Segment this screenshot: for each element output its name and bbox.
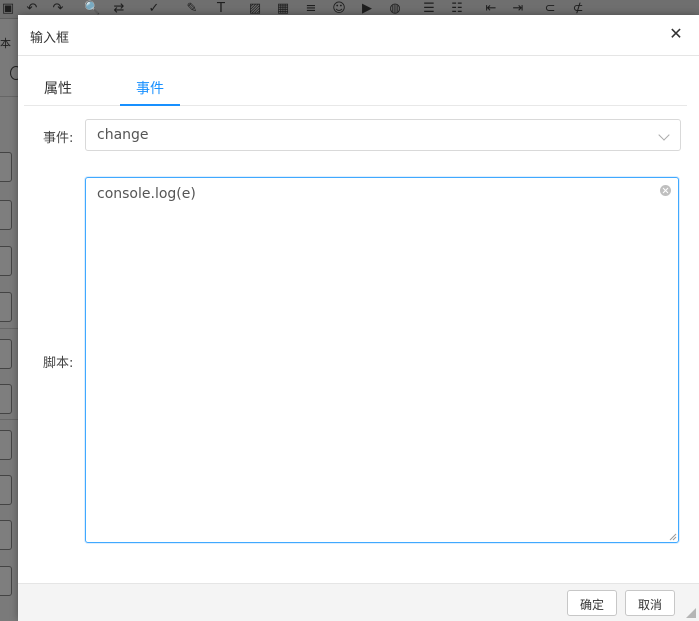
close-icon[interactable]: ✕ <box>667 24 685 44</box>
divider <box>0 419 18 420</box>
field-box <box>0 520 12 550</box>
event-select[interactable]: change <box>85 119 681 151</box>
field-box <box>0 430 12 460</box>
field-box <box>0 246 12 276</box>
field-box <box>0 200 12 230</box>
dialog-resize-grip-icon[interactable] <box>686 608 696 618</box>
tab-events[interactable]: 事件 <box>120 75 180 106</box>
tab-properties[interactable]: 属性 <box>33 75 83 104</box>
divider <box>0 328 18 329</box>
script-label: 脚本: <box>43 356 74 371</box>
dialog-footer: 确定 取消 <box>18 583 699 621</box>
event-select-value: change <box>97 127 149 143</box>
input-dialog: 输入框 ✕ 属性 事件 事件: change 脚本: console.log(e… <box>18 15 699 621</box>
editor-left-label: 本 <box>0 37 11 50</box>
editor-left-panel: 本 <box>0 19 22 620</box>
divider <box>0 96 18 97</box>
clear-icon[interactable] <box>660 185 671 196</box>
cancel-button[interactable]: 取消 <box>625 590 675 616</box>
field-box <box>0 475 12 505</box>
tab-bar: 属性 事件 <box>24 75 687 106</box>
field-box <box>0 292 12 322</box>
dialog-header: 输入框 ✕ <box>18 15 699 56</box>
resize-handle-icon[interactable] <box>669 533 677 541</box>
field-box <box>0 339 12 369</box>
field-box <box>0 152 12 182</box>
field-box <box>0 384 12 414</box>
save-icon: ▣ <box>1 1 15 16</box>
script-text: console.log(e) <box>97 186 196 202</box>
confirm-button[interactable]: 确定 <box>567 590 617 616</box>
chevron-down-icon <box>658 129 670 141</box>
dialog-title: 输入框 <box>30 31 70 46</box>
script-textarea[interactable]: console.log(e) <box>85 177 679 543</box>
event-label: 事件: <box>43 131 74 146</box>
field-box <box>0 566 12 596</box>
